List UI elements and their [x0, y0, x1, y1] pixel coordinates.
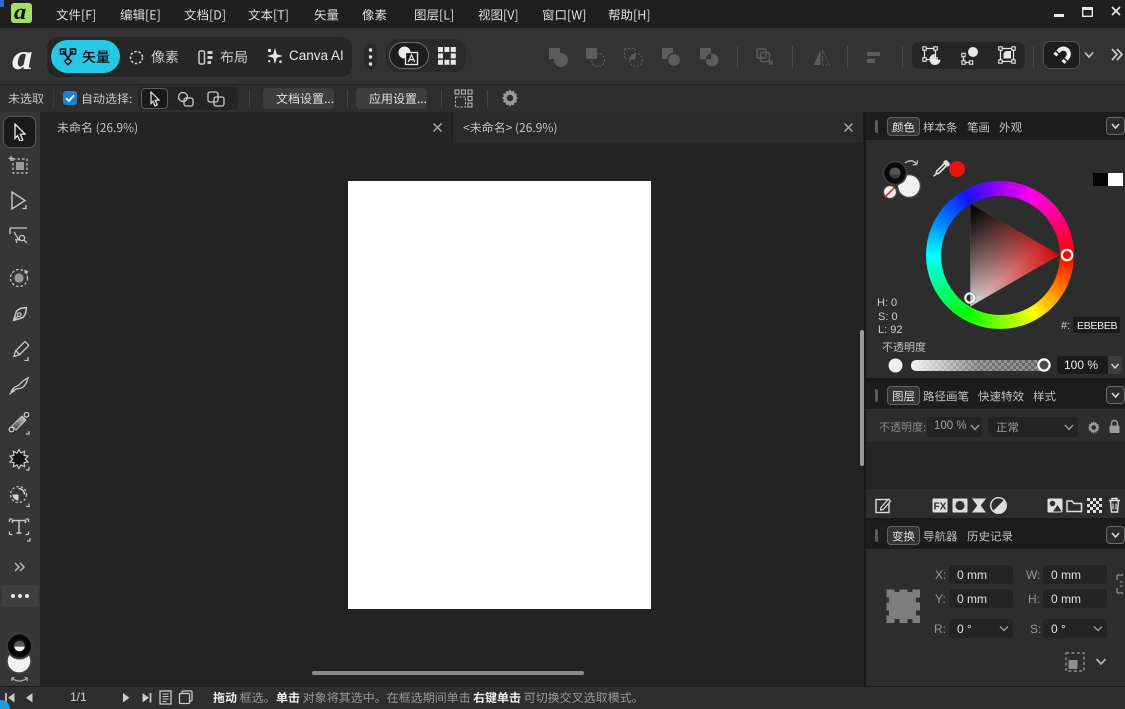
svg-text:FX: FX — [934, 502, 947, 513]
